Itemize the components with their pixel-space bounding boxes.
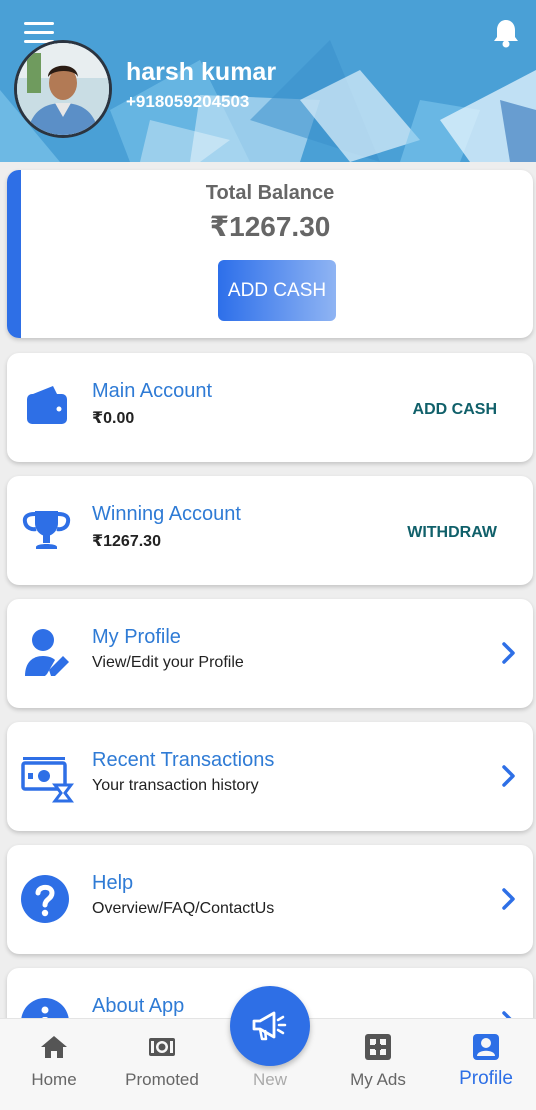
promoted-icon bbox=[149, 1038, 175, 1056]
question-circle-icon bbox=[21, 875, 69, 923]
main-account-card[interactable]: Main Account ₹0.00 ADD CASH bbox=[7, 353, 533, 462]
main-account-amount: ₹0.00 bbox=[92, 410, 135, 427]
total-balance-card: Total Balance ₹1267.30 ADD CASH bbox=[7, 170, 533, 338]
menu-item-help[interactable]: Help Overview/FAQ/ContactUs bbox=[7, 845, 533, 954]
my-ads-icon bbox=[365, 1034, 391, 1060]
home-icon bbox=[41, 1036, 67, 1058]
menu-item-subtitle: View/Edit your Profile bbox=[92, 654, 244, 671]
menu-item-title: Help bbox=[92, 872, 134, 894]
profile-header: harsh kumar +918059204503 bbox=[0, 0, 536, 162]
main-account-title: Main Account bbox=[92, 380, 213, 402]
chevron-right-icon bbox=[502, 888, 515, 910]
avatar-photo bbox=[17, 43, 109, 135]
user-edit-icon bbox=[25, 629, 69, 676]
hamburger-menu-icon bbox=[24, 22, 54, 25]
add-cash-button[interactable]: ADD CASH bbox=[218, 260, 336, 321]
wallet-icon bbox=[27, 386, 67, 424]
winning-account-card[interactable]: Winning Account ₹1267.30 WITHDRAW bbox=[7, 476, 533, 585]
main-account-add-cash-button[interactable]: ADD CASH bbox=[413, 401, 497, 419]
chevron-right-icon bbox=[502, 765, 515, 787]
menu-item-subtitle: Your transaction history bbox=[92, 777, 259, 794]
menu-item-subtitle: Overview/FAQ/ContactUs bbox=[92, 900, 275, 917]
nav-label: Profile bbox=[459, 1068, 513, 1089]
nav-label: New bbox=[252, 1070, 287, 1089]
balance-title: Total Balance bbox=[205, 182, 335, 204]
nav-home[interactable]: Home bbox=[4, 1019, 104, 1110]
withdraw-button[interactable]: WITHDRAW bbox=[407, 524, 497, 542]
winning-account-title: Winning Account bbox=[92, 503, 241, 525]
menu-item-my-profile[interactable]: My Profile View/Edit your Profile bbox=[7, 599, 533, 708]
nav-label: My Ads bbox=[350, 1070, 406, 1089]
nav-label: Promoted bbox=[125, 1070, 199, 1089]
winning-account-amount: ₹1267.30 bbox=[92, 533, 161, 550]
bell-icon[interactable] bbox=[492, 18, 520, 48]
megaphone-icon bbox=[252, 1011, 287, 1041]
profile-badge-icon bbox=[473, 1034, 499, 1060]
post-new-ad-button[interactable] bbox=[230, 986, 310, 1066]
menu-item-title: My Profile bbox=[92, 626, 181, 648]
nav-my-ads[interactable]: My Ads bbox=[328, 1019, 428, 1110]
nav-profile[interactable]: Profile bbox=[436, 1019, 536, 1110]
user-phone: +918059204503 bbox=[126, 92, 250, 111]
chevron-right-icon bbox=[502, 642, 515, 664]
nav-promoted[interactable]: Promoted bbox=[112, 1019, 212, 1110]
user-name: harsh kumar bbox=[126, 58, 277, 86]
menu-item-title: Recent Transactions bbox=[92, 749, 275, 771]
nav-label: Home bbox=[31, 1070, 77, 1089]
menu-item-title: About App bbox=[92, 995, 185, 1017]
menu-item-recent-transactions[interactable]: Recent Transactions Your transaction his… bbox=[7, 722, 533, 831]
avatar[interactable] bbox=[14, 40, 112, 138]
balance-amount: ₹1267.30 bbox=[209, 211, 331, 242]
money-hourglass-icon bbox=[21, 757, 74, 803]
trophy-icon bbox=[22, 511, 71, 549]
